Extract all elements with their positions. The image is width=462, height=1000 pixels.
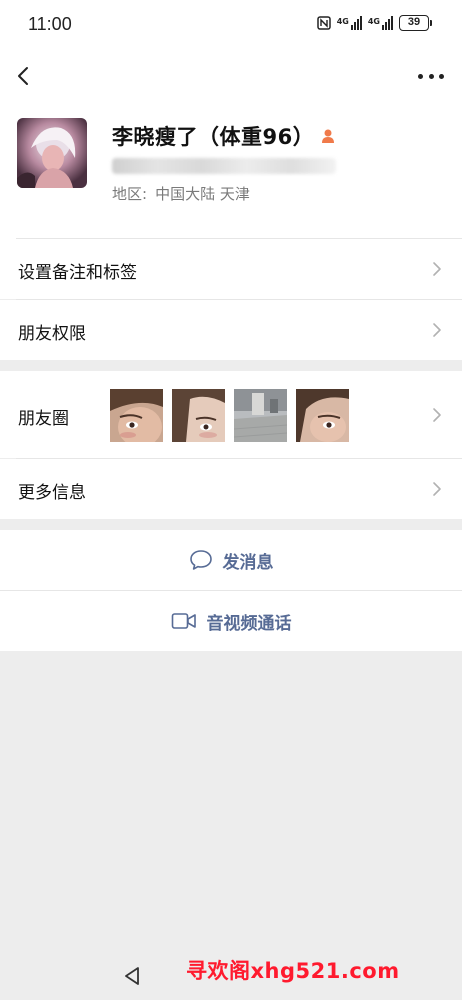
avatar[interactable] bbox=[17, 118, 87, 188]
female-person-icon bbox=[322, 129, 335, 143]
send-message-label: 发消息 bbox=[222, 552, 274, 573]
name-row: 李晓瘦了（体重96） bbox=[112, 121, 336, 151]
nav-back-icon[interactable] bbox=[122, 966, 142, 986]
more-info-row[interactable]: 更多信息 bbox=[0, 459, 462, 519]
nfc-icon bbox=[316, 16, 331, 30]
moments-thumbnail[interactable] bbox=[110, 389, 163, 442]
video-camera-icon bbox=[171, 613, 196, 629]
moments-thumbnail[interactable] bbox=[172, 389, 225, 442]
more-dots-icon[interactable] bbox=[418, 66, 444, 86]
battery-icon: 39 bbox=[399, 15, 432, 31]
top-bar bbox=[0, 52, 462, 100]
moments-thumbnail[interactable] bbox=[234, 389, 287, 442]
video-call-label: 音视频通话 bbox=[206, 613, 292, 634]
moments-thumbnails bbox=[110, 389, 349, 442]
region-value: 中国大陆 天津 bbox=[155, 185, 250, 203]
remark-tags-row[interactable]: 设置备注和标签 bbox=[0, 239, 462, 299]
status-icons: 4G 4G 39 bbox=[316, 15, 432, 31]
moments-row[interactable]: 朋友圈 bbox=[0, 371, 462, 458]
moments-label: 朋友圈 bbox=[18, 409, 69, 429]
profile-card: 李晓瘦了（体重96） 地区: 中国大陆 天津 bbox=[0, 100, 462, 239]
network-type-1: 4G bbox=[336, 17, 349, 26]
chevron-right-icon bbox=[433, 323, 441, 337]
friend-permissions-row[interactable]: 朋友权限 bbox=[0, 300, 462, 360]
signal-icon-1: 4G bbox=[337, 16, 362, 30]
watermark-text: 寻欢阁xhg521.com bbox=[186, 959, 400, 983]
profile-name: 李晓瘦了（体重96） bbox=[112, 125, 315, 149]
chevron-left-icon[interactable] bbox=[14, 64, 36, 88]
chevron-right-icon bbox=[433, 262, 441, 276]
signal-icon-2: 4G bbox=[368, 16, 393, 30]
region-row: 地区: 中国大陆 天津 bbox=[112, 183, 250, 204]
network-type-2: 4G bbox=[367, 17, 380, 26]
status-time: 11:00 bbox=[28, 14, 72, 34]
chevron-right-icon bbox=[433, 408, 441, 422]
send-message-button[interactable]: 发消息 bbox=[0, 530, 462, 590]
video-call-button[interactable]: 音视频通话 bbox=[0, 591, 462, 651]
battery-level: 39 bbox=[399, 15, 429, 31]
more-info-label: 更多信息 bbox=[18, 483, 86, 503]
region-label: 地区: bbox=[112, 185, 148, 203]
remark-tags-label: 设置备注和标签 bbox=[18, 263, 137, 283]
friend-permissions-label: 朋友权限 bbox=[18, 324, 86, 344]
chevron-right-icon bbox=[433, 482, 441, 496]
blurred-wechat-id bbox=[112, 158, 336, 174]
status-bar: 11:00 4G 4G 39 bbox=[0, 0, 462, 52]
moments-thumbnail[interactable] bbox=[296, 389, 349, 442]
chat-bubble-icon bbox=[189, 550, 212, 570]
